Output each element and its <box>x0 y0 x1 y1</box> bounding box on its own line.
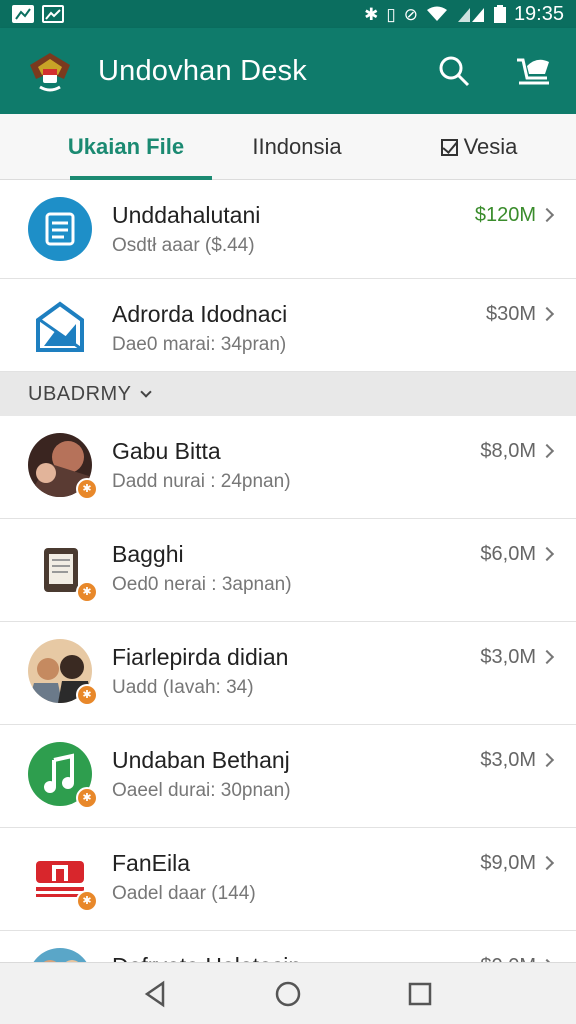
cart-icon[interactable] <box>514 51 554 91</box>
battery-icon <box>493 5 506 23</box>
item-title: Fiarlepirda didian <box>112 644 289 670</box>
chevron-right-icon <box>539 306 555 322</box>
chevron-right-icon <box>539 752 555 768</box>
chevron-down-icon <box>139 385 152 398</box>
item-subtitle: Oaeel durai: 30pnan) <box>112 780 291 801</box>
list-item[interactable]: ✱ Undaban Bethanj Oaeel durai: 30pnan) $… <box>0 725 576 828</box>
item-amount: $3,0M <box>480 749 536 771</box>
tab-vesia[interactable]: Vesia <box>382 114 576 180</box>
item-amount: $3,0M <box>480 646 536 668</box>
clock: 19:35 <box>513 2 564 25</box>
item-subtitle: Uadd (Iavah: 34) <box>112 677 254 698</box>
item-subtitle: Osdtł aaar ($.44) <box>112 235 255 256</box>
tab-label: IIndonsia <box>252 134 342 159</box>
vibrate-icon: ▯ <box>386 4 396 24</box>
item-title: Gabu Bitta <box>112 438 221 464</box>
emblem-logo <box>24 45 76 97</box>
list-item[interactable]: Unddahalutani Osdtł aaar ($.44) $120M <box>0 180 576 279</box>
chevron-right-icon <box>539 443 555 459</box>
item-amount: $6,0M <box>480 543 536 565</box>
status-badge: ✱ <box>76 684 98 706</box>
status-badge: ✱ <box>76 478 98 500</box>
signal-icon <box>457 8 484 22</box>
list-item[interactable]: ✱ Bagghi Oed0 nerai : 3apnan) $6,0M <box>0 519 576 622</box>
chevron-right-icon <box>539 546 555 562</box>
item-amount: $8,0M <box>480 440 536 462</box>
item-subtitle: Oadel daar (144) <box>112 883 256 904</box>
image-frame-icon <box>28 296 92 360</box>
item-subtitle: Dadd nurai : 24pnan) <box>112 471 291 492</box>
tab-label: Vesia <box>463 134 518 159</box>
search-icon[interactable] <box>434 51 474 91</box>
status-badge: ✱ <box>76 890 98 912</box>
back-icon[interactable] <box>141 979 171 1009</box>
chevron-right-icon <box>539 649 555 665</box>
chevron-right-icon <box>539 207 555 223</box>
alarm-icon: ⊘ <box>403 4 418 24</box>
list-item[interactable]: ✱ Fiarlepirda didian Uadd (Iavah: 34) $3… <box>0 622 576 725</box>
chevron-right-icon <box>539 855 555 871</box>
system-nav-bar <box>0 962 576 1024</box>
item-title: FanEila <box>112 850 190 876</box>
tab-bar: Ukaian File IIndonsia Vesia <box>0 114 576 180</box>
section-label: UBADRMY <box>28 382 132 405</box>
item-title: Unddahalutani <box>112 202 261 228</box>
status-badge: ✱ <box>76 581 98 603</box>
recents-icon[interactable] <box>405 979 435 1009</box>
section-header[interactable]: UBADRMY <box>0 372 576 416</box>
item-title: Adrorda Idodnaci <box>112 301 288 327</box>
status-badge: ✱ <box>76 787 98 809</box>
item-amount: $9,0M <box>480 852 536 874</box>
image-icon <box>42 5 64 23</box>
item-title: Bagghi <box>112 541 184 567</box>
list-item[interactable]: Adrorda Idodnaci Dae0 marai: 34pran) $30… <box>0 279 576 372</box>
tab-ukaian-file[interactable]: Ukaian File <box>0 114 212 180</box>
document-list-icon <box>28 197 92 261</box>
bluetooth-icon: ✱ <box>364 4 379 24</box>
home-icon[interactable] <box>273 979 303 1009</box>
item-subtitle: Dae0 marai: 34pran) <box>112 334 287 355</box>
item-amount: $30M <box>485 303 536 325</box>
status-bar: ✱ ▯ ⊘ 19:35 <box>0 0 576 28</box>
list-item[interactable]: ✱ FanEila Oadel daar (144) $9,0M <box>0 828 576 931</box>
item-subtitle: Oed0 nerai : 3apnan) <box>112 574 292 595</box>
tab-label: Ukaian File <box>67 134 185 159</box>
notification-icon <box>12 5 34 23</box>
list-item[interactable]: ✱ Gabu Bitta Dadd nurai : 24pnan) $8,0M <box>0 416 576 519</box>
checkbox-icon <box>440 138 458 156</box>
item-list: Unddahalutani Osdtł aaar ($.44) $120M Ad… <box>0 180 576 1024</box>
app-bar: Undovhan Desk <box>0 28 576 114</box>
app-title: Undovhan Desk <box>98 54 307 87</box>
wifi-icon <box>426 6 447 21</box>
item-title: Undaban Bethanj <box>112 747 290 773</box>
tab-iindonsia[interactable]: IIndonsia <box>212 114 382 180</box>
item-amount: $120M <box>474 204 536 226</box>
